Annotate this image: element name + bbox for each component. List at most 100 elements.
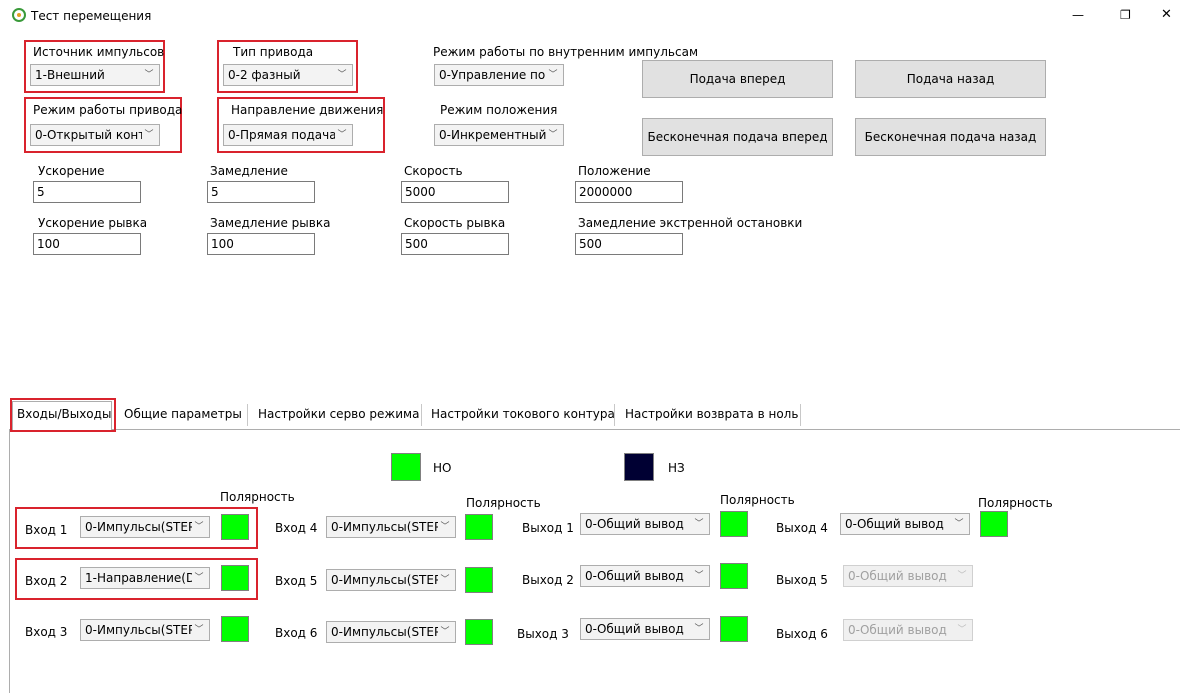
internal-mode-label: Режим работы по внутренним импульсам bbox=[433, 45, 699, 59]
jerk-decel-input[interactable]: 100 bbox=[207, 233, 315, 255]
direction-value: 0-Прямая подача bbox=[228, 128, 337, 142]
chevron-down-icon: ﹀ bbox=[192, 568, 206, 588]
chevron-down-icon: ﹀ bbox=[335, 125, 349, 145]
chevron-down-icon: ﹀ bbox=[438, 622, 452, 642]
chevron-down-icon: ﹀ bbox=[335, 65, 349, 85]
jerk-accel-input[interactable]: 100 bbox=[33, 233, 141, 255]
position-mode-label: Режим положения bbox=[440, 103, 558, 117]
input-3-select[interactable]: 0-Импульсы(STEP ﹀ bbox=[80, 619, 210, 641]
feed-back-button[interactable]: Подача назад bbox=[855, 60, 1046, 98]
tab-panel-left-border bbox=[9, 429, 10, 693]
input-2-value: 1-Направление(D bbox=[85, 571, 196, 585]
input-1-select[interactable]: 0-Импульсы(STEP ﹀ bbox=[80, 516, 210, 538]
input-6-select[interactable]: 0-Импульсы(STEP ﹀ bbox=[326, 621, 456, 643]
output-5-select: 0-Общий вывод ﹀ bbox=[843, 565, 973, 587]
nc-legend-swatch bbox=[624, 453, 654, 481]
pulse-source-select[interactable]: 1-Внешний ﹀ bbox=[30, 64, 160, 86]
chevron-down-icon: ﹀ bbox=[952, 514, 966, 534]
chevron-down-icon: ﹀ bbox=[546, 65, 560, 85]
input-1-polarity[interactable] bbox=[221, 514, 249, 540]
output-4-polarity[interactable] bbox=[980, 511, 1008, 537]
output-6-value: 0-Общий вывод bbox=[848, 623, 947, 637]
input-2-label: Вход 2 bbox=[25, 574, 68, 588]
output-6-select: 0-Общий вывод ﹀ bbox=[843, 619, 973, 641]
accel-input[interactable]: 5 bbox=[33, 181, 141, 203]
estop-decel-label: Замедление экстренной остановки bbox=[578, 216, 803, 230]
drive-type-label: Тип привода bbox=[233, 45, 314, 59]
polarity-header-1: Полярность bbox=[220, 490, 295, 504]
minimize-button[interactable]: — bbox=[1072, 7, 1084, 23]
estop-decel-input[interactable]: 500 bbox=[575, 233, 683, 255]
internal-mode-select[interactable]: 0-Управление по ﹀ bbox=[434, 64, 564, 86]
jerk-speed-label: Скорость рывка bbox=[404, 216, 506, 230]
input-4-select[interactable]: 0-Импульсы(STEP ﹀ bbox=[326, 516, 456, 538]
speed-input[interactable]: 5000 bbox=[401, 181, 509, 203]
input-4-label: Вход 4 bbox=[275, 521, 318, 535]
input-6-value: 0-Импульсы(STEP bbox=[331, 625, 442, 639]
drive-type-value: 0-2 фазный bbox=[228, 68, 301, 82]
input-2-select[interactable]: 1-Направление(D ﹀ bbox=[80, 567, 210, 589]
chevron-down-icon: ﹀ bbox=[692, 514, 706, 534]
tab-general-params[interactable]: Общие параметры bbox=[124, 399, 242, 429]
drive-mode-value: 0-Открытый конту bbox=[35, 128, 153, 142]
polarity-header-2: Полярность bbox=[466, 496, 541, 510]
feed-forward-button[interactable]: Подача вперед bbox=[642, 60, 833, 98]
input-3-polarity[interactable] bbox=[221, 616, 249, 642]
input-5-select[interactable]: 0-Импульсы(STEP ﹀ bbox=[326, 569, 456, 591]
tab-servo-settings[interactable]: Настройки серво режима bbox=[258, 399, 419, 429]
direction-select[interactable]: 0-Прямая подача ﹀ bbox=[223, 124, 353, 146]
output-3-value: 0-Общий вывод bbox=[585, 622, 684, 636]
output-2-select[interactable]: 0-Общий вывод ﹀ bbox=[580, 565, 710, 587]
output-5-value: 0-Общий вывод bbox=[848, 569, 947, 583]
chevron-down-icon: ﹀ bbox=[192, 620, 206, 640]
input-5-label: Вход 5 bbox=[275, 574, 318, 588]
tab-current-loop[interactable]: Настройки токового контура bbox=[431, 399, 615, 429]
restore-button[interactable]: ❐ bbox=[1120, 7, 1131, 23]
tab-io[interactable]: Входы/Выходы bbox=[17, 399, 111, 429]
chevron-down-icon: ﹀ bbox=[692, 566, 706, 586]
output-4-select[interactable]: 0-Общий вывод ﹀ bbox=[840, 513, 970, 535]
window-title: Тест перемещения bbox=[31, 9, 152, 23]
input-6-label: Вход 6 bbox=[275, 626, 318, 640]
decel-input[interactable]: 5 bbox=[207, 181, 315, 203]
output-1-value: 0-Общий вывод bbox=[585, 517, 684, 531]
output-3-polarity[interactable] bbox=[720, 616, 748, 642]
tab-homing[interactable]: Настройки возврата в ноль bbox=[625, 399, 798, 429]
output-1-polarity[interactable] bbox=[720, 511, 748, 537]
output-2-polarity[interactable] bbox=[720, 563, 748, 589]
tab-separator bbox=[800, 404, 801, 426]
no-legend-label: НО bbox=[433, 461, 452, 475]
output-1-select[interactable]: 0-Общий вывод ﹀ bbox=[580, 513, 710, 535]
close-button[interactable]: ✕ bbox=[1161, 7, 1172, 23]
drive-mode-select[interactable]: 0-Открытый конту ﹀ bbox=[30, 124, 160, 146]
direction-label: Направление движения bbox=[231, 103, 384, 117]
tab-separator bbox=[614, 404, 615, 426]
jerk-speed-input[interactable]: 500 bbox=[401, 233, 509, 255]
output-2-value: 0-Общий вывод bbox=[585, 569, 684, 583]
input-5-polarity[interactable] bbox=[465, 567, 493, 593]
input-4-polarity[interactable] bbox=[465, 514, 493, 540]
chevron-down-icon: ﹀ bbox=[955, 566, 969, 586]
position-input[interactable]: 2000000 bbox=[575, 181, 683, 203]
drive-mode-label: Режим работы привода bbox=[33, 103, 183, 117]
chevron-down-icon: ﹀ bbox=[192, 517, 206, 537]
chevron-down-icon: ﹀ bbox=[438, 570, 452, 590]
input-6-polarity[interactable] bbox=[465, 619, 493, 645]
chevron-down-icon: ﹀ bbox=[546, 125, 560, 145]
no-legend-swatch bbox=[391, 453, 421, 481]
infinite-feed-back-button[interactable]: Бесконечная подача назад bbox=[855, 118, 1046, 156]
drive-type-select[interactable]: 0-2 фазный ﹀ bbox=[223, 64, 353, 86]
tab-separator bbox=[247, 404, 248, 426]
tab-separator bbox=[421, 404, 422, 426]
internal-mode-value: 0-Управление по bbox=[439, 68, 546, 82]
chevron-down-icon: ﹀ bbox=[438, 517, 452, 537]
output-3-select[interactable]: 0-Общий вывод ﹀ bbox=[580, 618, 710, 640]
position-mode-value: 0-Инкрементный bbox=[439, 128, 547, 142]
output-6-label: Выход 6 bbox=[776, 627, 828, 641]
input-2-polarity[interactable] bbox=[221, 565, 249, 591]
infinite-feed-forward-button[interactable]: Бесконечная подача вперед bbox=[642, 118, 833, 156]
pulse-source-label: Источник импульсов bbox=[33, 45, 165, 59]
jerk-accel-label: Ускорение рывка bbox=[38, 216, 148, 230]
position-mode-select[interactable]: 0-Инкрементный ﹀ bbox=[434, 124, 564, 146]
input-3-value: 0-Импульсы(STEP bbox=[85, 623, 196, 637]
